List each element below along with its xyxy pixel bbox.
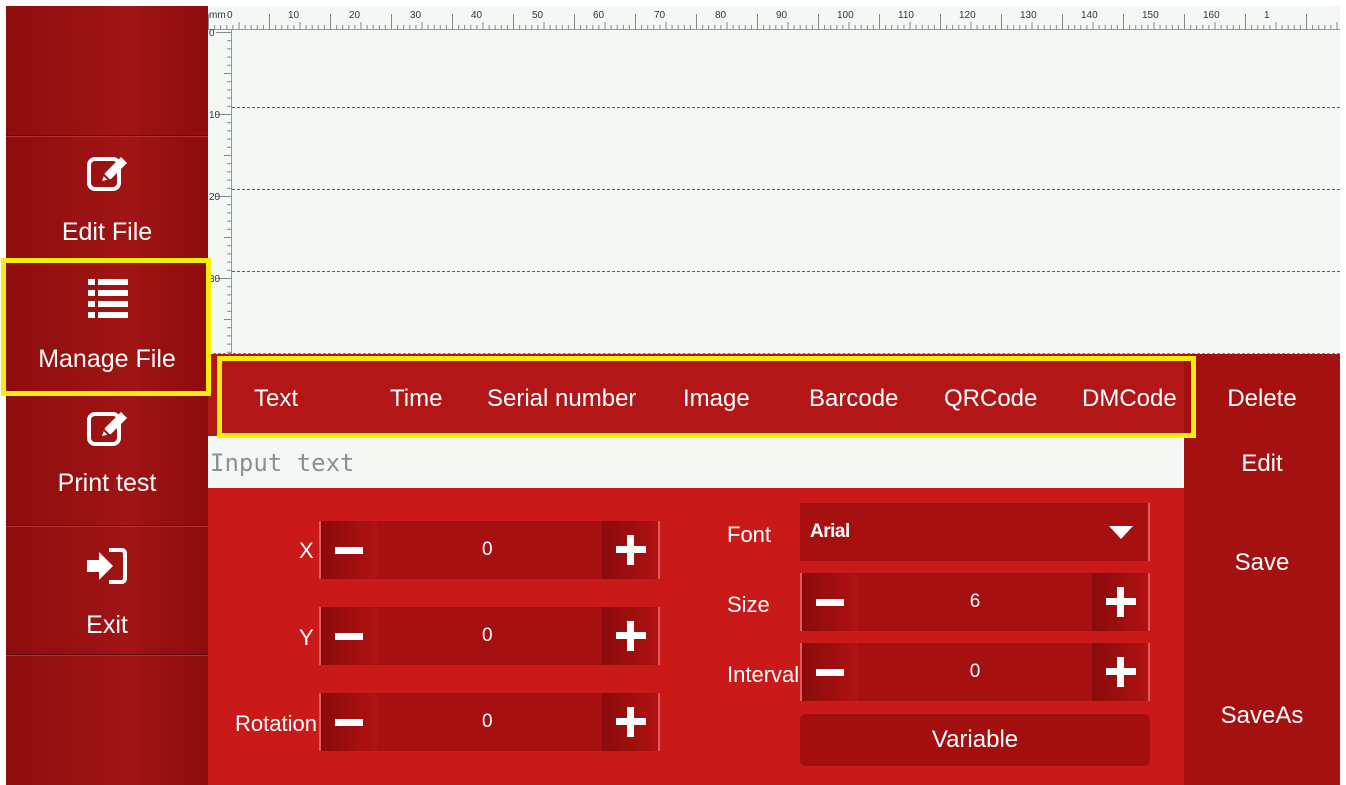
sidebar-divider — [6, 525, 208, 527]
x-label: X — [299, 538, 314, 563]
guide-line — [232, 107, 1340, 108]
y-value[interactable]: 0 — [377, 607, 602, 665]
tool-serial-number[interactable]: Serial number — [487, 384, 636, 414]
guide-line — [232, 189, 1340, 190]
action-panel: Delete Edit Save SaveAs — [1184, 354, 1340, 785]
interval-stepper: 0 — [800, 643, 1150, 701]
rotation-increment-button[interactable] — [602, 693, 660, 751]
size-increment-button[interactable] — [1092, 573, 1150, 631]
sidebar-item-manage-file[interactable]: Manage File — [6, 276, 208, 374]
ruler-label: 0 — [209, 28, 215, 39]
text-input[interactable] — [208, 438, 1182, 488]
list-icon — [88, 279, 128, 318]
tool-time[interactable]: Time — [390, 384, 442, 414]
tool-qrcode[interactable]: QRCode — [944, 384, 1037, 414]
ruler-label: 90 — [776, 10, 788, 21]
edit-icon — [87, 157, 127, 191]
ruler-label: 140 — [1081, 10, 1098, 21]
save-as-button[interactable]: SaveAs — [1184, 701, 1340, 731]
properties-panel: X 0 Y 0 Rotation 0 Font Arial Size 6 Int… — [208, 488, 1184, 785]
size-stepper: 6 — [800, 573, 1150, 631]
interval-increment-button[interactable] — [1092, 643, 1150, 701]
rotation-label: Rotation — [235, 711, 317, 736]
sidebar-item-label: Manage File — [38, 345, 176, 373]
rotation-stepper: 0 — [319, 693, 660, 751]
ruler-label: 150 — [1142, 10, 1159, 21]
guide-line — [232, 271, 1340, 272]
size-value[interactable]: 6 — [858, 573, 1092, 631]
ruler-label: 120 — [959, 10, 976, 21]
font-dropdown[interactable]: Arial — [800, 503, 1150, 561]
save-button[interactable]: Save — [1184, 548, 1340, 578]
ruler-label: 130 — [1020, 10, 1037, 21]
rotation-decrement-button[interactable] — [319, 693, 377, 751]
exit-icon — [87, 548, 127, 584]
ruler-label: 1 — [1264, 10, 1270, 21]
ruler-label: 60 — [593, 10, 605, 21]
y-decrement-button[interactable] — [319, 607, 377, 665]
x-decrement-button[interactable] — [319, 521, 377, 579]
minus-icon — [816, 668, 844, 676]
sidebar-item-label: Print test — [57, 469, 157, 497]
ruler-label: 80 — [715, 10, 727, 21]
tool-barcode[interactable]: Barcode — [809, 384, 898, 414]
ruler-label: 20 — [209, 192, 221, 203]
ruler-label: 10 — [288, 10, 300, 21]
dropdown-arrow-icon[interactable] — [1092, 503, 1150, 561]
sidebar-item-edit-file[interactable]: Edit File — [6, 151, 208, 247]
rotation-value[interactable]: 0 — [377, 693, 602, 751]
sidebar-divider — [6, 135, 208, 137]
size-label: Size — [727, 592, 770, 617]
x-stepper: 0 — [319, 521, 660, 579]
tool-dmcode[interactable]: DMCode — [1082, 384, 1177, 414]
variable-button[interactable]: Variable — [800, 714, 1150, 766]
sidebar-item-label: Exit — [86, 611, 128, 639]
minus-icon — [335, 718, 363, 726]
x-increment-button[interactable] — [602, 521, 660, 579]
minus-icon — [335, 546, 363, 554]
design-canvas[interactable]: mm 0 10 20 30 40 50 60 70 80 90 100 110 120 130 140 150 1… — [208, 6, 1340, 354]
interval-label: Interval — [727, 662, 800, 687]
ruler-label: 30 — [209, 274, 221, 285]
sidebar-item-print-test[interactable]: Print test — [6, 406, 208, 498]
tool-text[interactable]: Text — [254, 384, 298, 414]
ruler-label: 30 — [410, 10, 422, 21]
sidebar-item-label: Edit File — [61, 218, 153, 246]
minus-icon — [335, 632, 363, 640]
edit-icon — [87, 412, 127, 446]
ruler-label: 40 — [471, 10, 483, 21]
x-value[interactable]: 0 — [377, 521, 602, 579]
ruler-label: 100 — [837, 10, 854, 21]
font-value: Arial — [810, 521, 850, 542]
delete-button[interactable]: Delete — [1184, 384, 1340, 414]
ruler-label: 110 — [898, 10, 914, 21]
ruler-label: 10 — [209, 110, 221, 121]
ruler-label: 70 — [654, 10, 666, 21]
ruler-label: 20 — [349, 10, 361, 21]
tool-image[interactable]: Image — [683, 384, 750, 414]
font-label: Font — [727, 522, 772, 547]
ruler-top: mm 0 10 20 30 40 50 60 70 80 90 100 110 120 130 140 150 1… — [208, 6, 1340, 30]
sidebar: Edit File Manage File Print test Exit — [6, 6, 208, 785]
ruler-label: 160 — [1203, 10, 1220, 21]
y-label: Y — [299, 625, 314, 650]
sidebar-item-exit[interactable]: Exit — [6, 546, 208, 640]
interval-decrement-button[interactable] — [800, 643, 858, 701]
edit-button[interactable]: Edit — [1184, 449, 1340, 479]
interval-value[interactable]: 0 — [858, 643, 1092, 701]
sidebar-divider — [6, 654, 208, 656]
y-increment-button[interactable] — [602, 607, 660, 665]
ruler-label: 50 — [532, 10, 544, 21]
y-stepper: 0 — [319, 607, 660, 665]
size-decrement-button[interactable] — [800, 573, 858, 631]
element-toolbar: Text Time Serial number Image Barcode QR… — [208, 354, 1184, 436]
ruler-left: 010203040 — [209, 28, 232, 354]
minus-icon — [816, 598, 844, 606]
